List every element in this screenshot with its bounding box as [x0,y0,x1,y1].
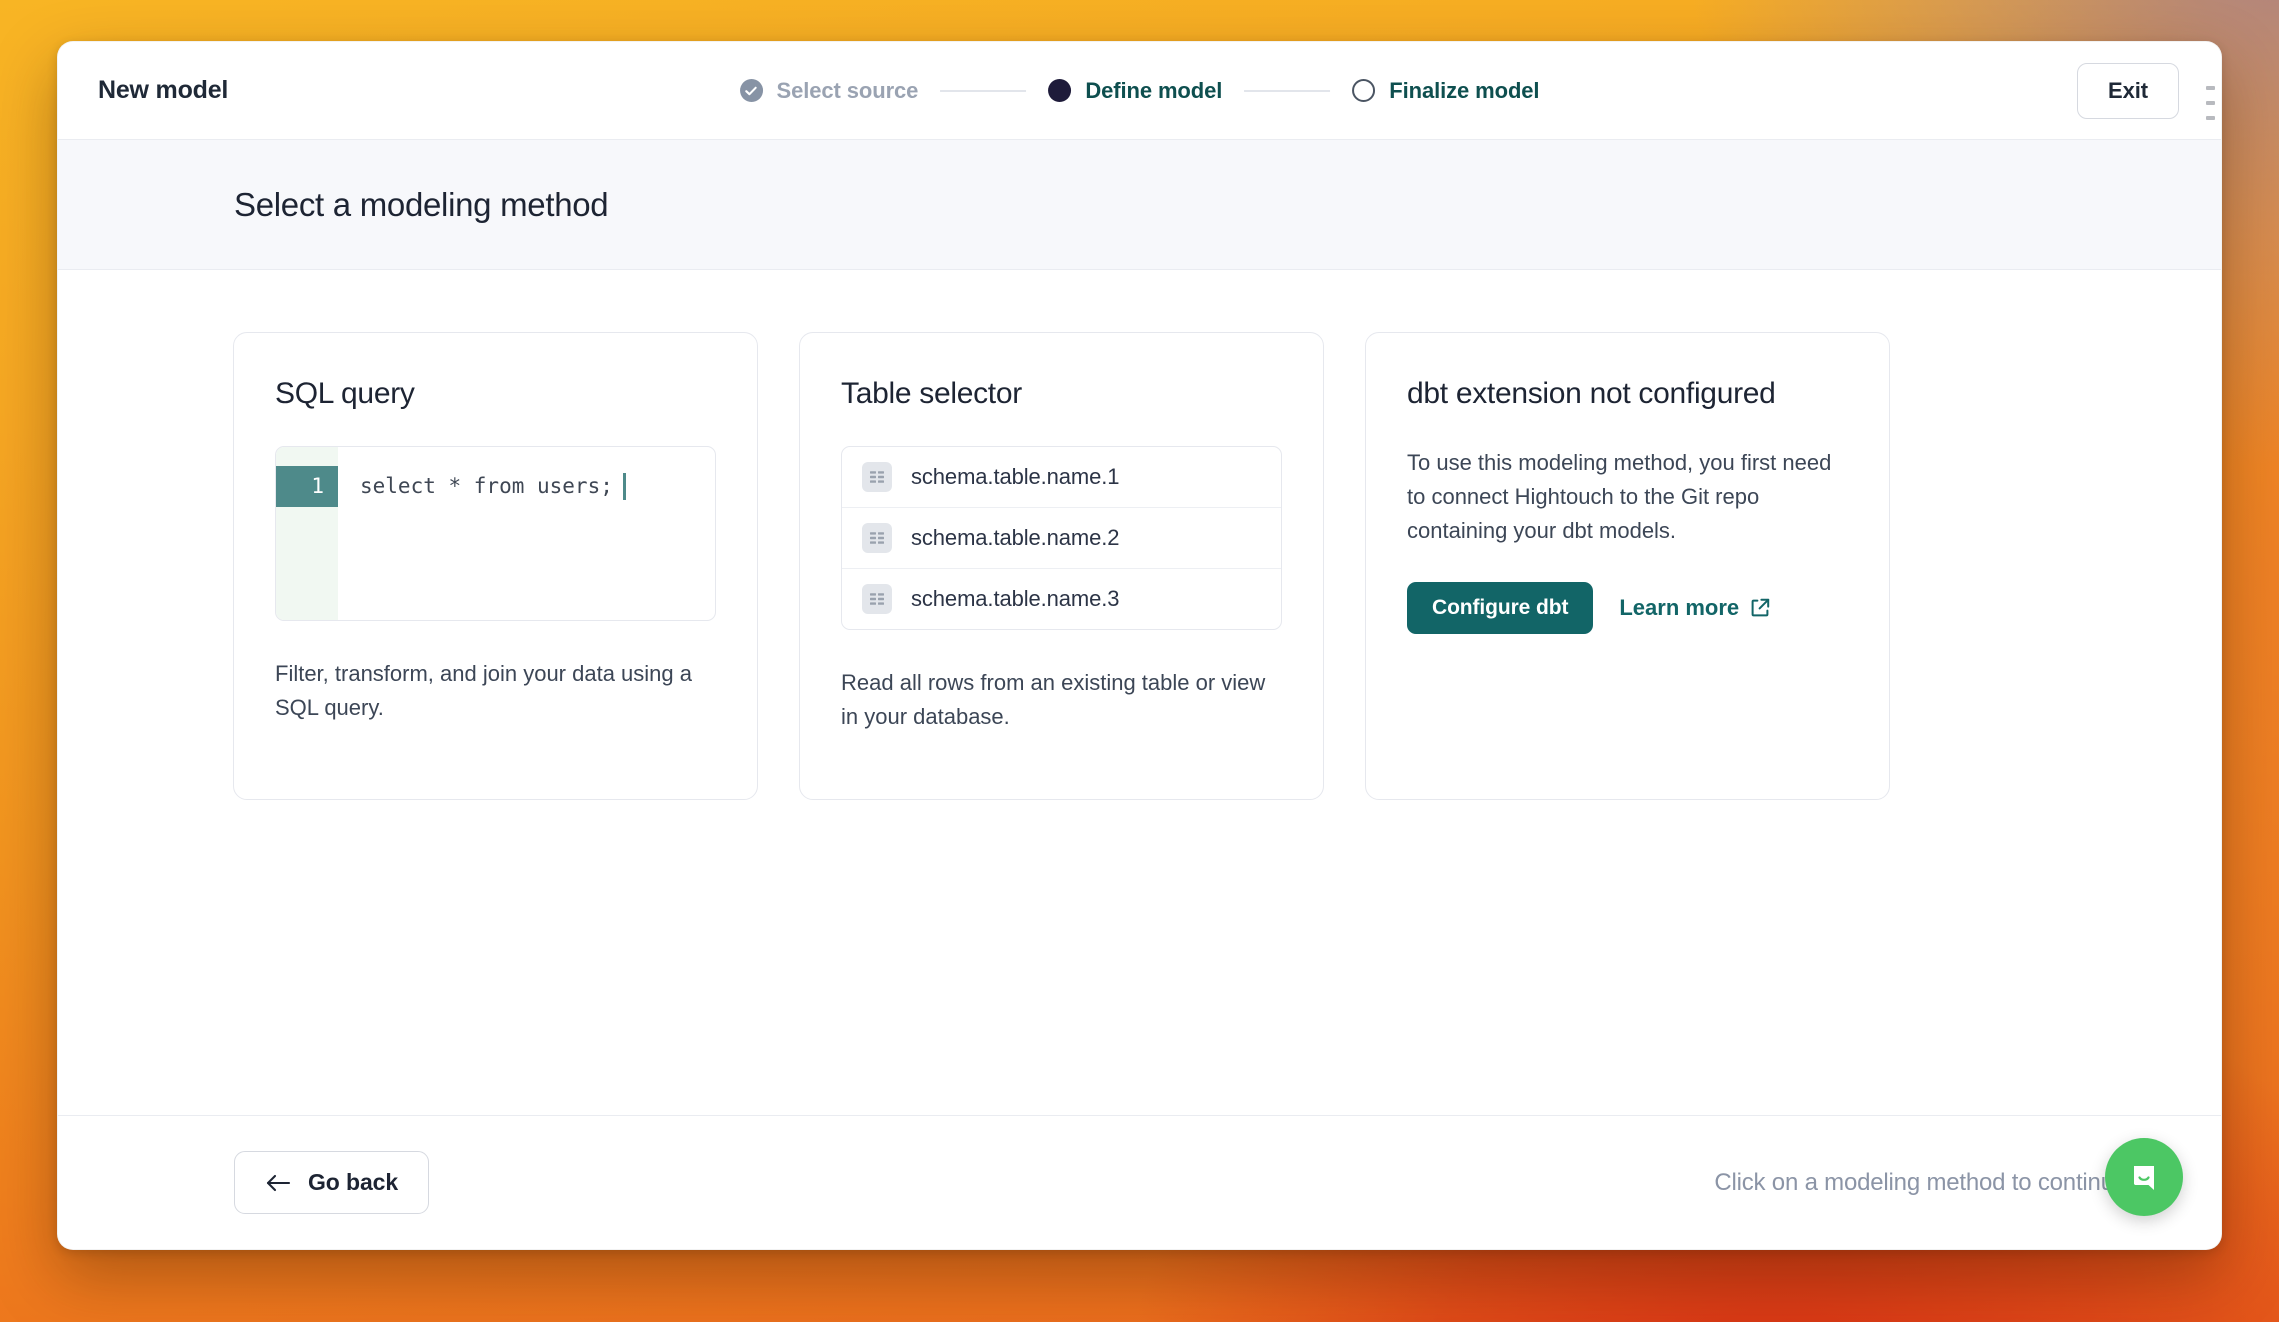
external-link-icon [1750,597,1771,618]
table-list-item[interactable]: schema.table.name.3 [842,569,1281,629]
table-icon [862,522,892,553]
text-caret [622,472,626,500]
window-scrollbar-handle[interactable] [2206,86,2215,120]
line-number: 1 [276,465,338,507]
step-label: Define model [1085,77,1223,103]
table-name: schema.table.name.3 [911,585,1120,611]
step-connector [940,89,1027,92]
desktop-background: New model Select source Define model Fin… [0,0,2279,1322]
go-back-label: Go back [308,1169,399,1195]
card-title: Table selector [841,377,1022,410]
configure-dbt-button[interactable]: Configure dbt [1407,581,1594,634]
step-label: Finalize model [1389,77,1540,103]
check-circle-icon [739,79,763,102]
learn-more-label: Learn more [1619,594,1740,620]
go-back-button[interactable]: Go back [234,1151,430,1214]
window-header: New model Select source Define model Fin… [58,42,2221,140]
wizard-stepper: Select source Define model Finalize mode… [739,77,1540,104]
arrow-left-icon [265,1173,291,1193]
dbt-actions: Configure dbt Learn more [1407,581,1848,634]
table-name: schema.table.name.2 [911,524,1120,550]
chat-bubble-icon [2124,1157,2164,1197]
step-label: Select source [776,77,919,103]
section-header: Select a modeling method [58,140,2221,270]
step-define-model[interactable]: Define model [1048,78,1222,104]
card-table-selector[interactable]: Table selector schema.table.name.1 schem… [799,332,1324,800]
editor-code-area[interactable]: select * from users; [338,447,715,620]
table-icon [862,461,892,492]
step-connector [1244,89,1331,92]
sql-editor[interactable]: 1 select * from users; [275,445,716,621]
intercom-chat-button[interactable] [2105,1138,2183,1216]
app-window: New model Select source Define model Fin… [57,41,2222,1250]
card-sql-query[interactable]: SQL query 1 select * from users; Filter,… [233,332,758,800]
table-list-item[interactable]: schema.table.name.1 [842,447,1281,508]
code-line: select * from users; [360,466,715,507]
table-name: schema.table.name.1 [911,463,1120,489]
editor-gutter: 1 [276,446,338,620]
step-finalize-model[interactable]: Finalize model [1352,77,1540,104]
table-list: schema.table.name.1 schema.table.name.2 … [841,445,1282,630]
card-title: SQL query [275,377,415,410]
modeling-method-cards: SQL query 1 select * from users; Filter,… [58,332,2221,800]
page-title: New model [98,76,229,104]
exit-button[interactable]: Exit [2077,62,2179,119]
card-description: Filter, transform, and join your data us… [275,660,692,720]
step-select-source[interactable]: Select source [739,77,919,104]
empty-circle-icon [1352,79,1376,102]
main-content: SQL query 1 select * from users; Filter,… [58,270,2221,1115]
table-icon [862,583,892,614]
sql-code-text: select * from users; [360,473,613,498]
section-heading: Select a modeling method [234,185,609,223]
card-title: dbt extension not configured [1407,377,1776,410]
footer-hint-text: Click on a modeling method to continue [1714,1168,2127,1196]
card-dbt-extension: dbt extension not configured To use this… [1365,332,1890,800]
wizard-footer: Go back Click on a modeling method to co… [58,1115,2221,1249]
table-list-item[interactable]: schema.table.name.2 [842,508,1281,569]
filled-circle-icon [1048,79,1072,102]
card-description: To use this modeling method, you first n… [1407,449,1832,543]
card-description: Read all rows from an existing table or … [841,669,1266,729]
learn-more-link[interactable]: Learn more [1619,595,1771,621]
